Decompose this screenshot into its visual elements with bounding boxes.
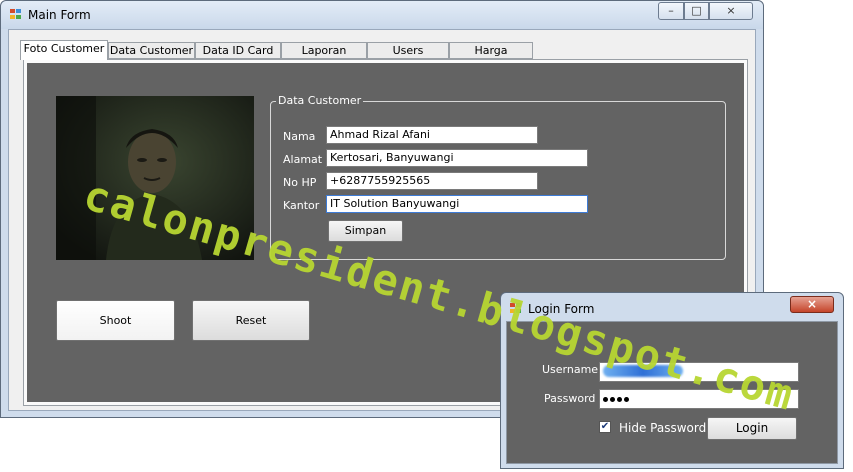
minimize-button[interactable]: – xyxy=(658,2,684,20)
simpan-button[interactable]: Simpan xyxy=(328,220,403,242)
tab-data-customer[interactable]: Data Customer xyxy=(108,42,195,59)
hide-password-checkbox[interactable]: ✔ xyxy=(599,421,611,433)
main-form-title: Main Form xyxy=(28,8,91,22)
close-icon: × xyxy=(806,297,818,311)
tab-laporan-lengkap[interactable]: Laporan Lengkap xyxy=(281,42,367,72)
nama-input[interactable]: Ahmad Rizal Afani xyxy=(326,126,538,144)
groupbox-title: Data Customer xyxy=(276,94,364,107)
close-button[interactable]: × xyxy=(709,2,753,20)
password-dot xyxy=(617,396,622,402)
password-dot xyxy=(624,396,629,402)
reset-button[interactable]: Reset xyxy=(192,300,310,341)
kantor-label: Kantor xyxy=(283,199,320,212)
tab-harga[interactable]: Harga xyxy=(449,42,533,59)
data-customer-groupbox: Data Customer Nama Ahmad Rizal Afani Ala… xyxy=(270,94,726,260)
no-hp-label: No HP xyxy=(283,176,317,189)
tab-foto-customer[interactable]: Foto Customer xyxy=(20,40,108,60)
check-icon: ✔ xyxy=(600,421,610,432)
close-icon: × xyxy=(726,4,736,17)
maximize-icon: □ xyxy=(691,4,702,17)
minimize-icon: – xyxy=(668,4,674,17)
maximize-button[interactable]: □ xyxy=(684,2,709,20)
no-hp-input[interactable]: +6287755925565 xyxy=(326,172,538,190)
nama-label: Nama xyxy=(283,130,316,143)
login-button[interactable]: Login xyxy=(707,417,797,440)
tab-users-application[interactable]: Users Application xyxy=(367,42,449,72)
shoot-button[interactable]: Shoot xyxy=(56,300,175,341)
app-icon xyxy=(10,9,22,20)
login-close-button[interactable]: × xyxy=(790,296,834,313)
username-label: Username xyxy=(542,363,599,376)
password-dot xyxy=(603,396,608,402)
password-label: Password xyxy=(544,392,596,405)
alamat-label: Alamat xyxy=(283,153,323,166)
kantor-input[interactable]: IT Solution Banyuwangi xyxy=(326,195,588,213)
hide-password-label: Hide Password xyxy=(619,421,707,435)
alamat-input[interactable]: Kertosari, Banyuwangi xyxy=(326,149,588,167)
password-dot xyxy=(610,396,615,402)
tab-data-id-card[interactable]: Data ID Card xyxy=(195,42,281,59)
main-form-title-bar[interactable]: Main Form – □ × xyxy=(1,1,763,29)
